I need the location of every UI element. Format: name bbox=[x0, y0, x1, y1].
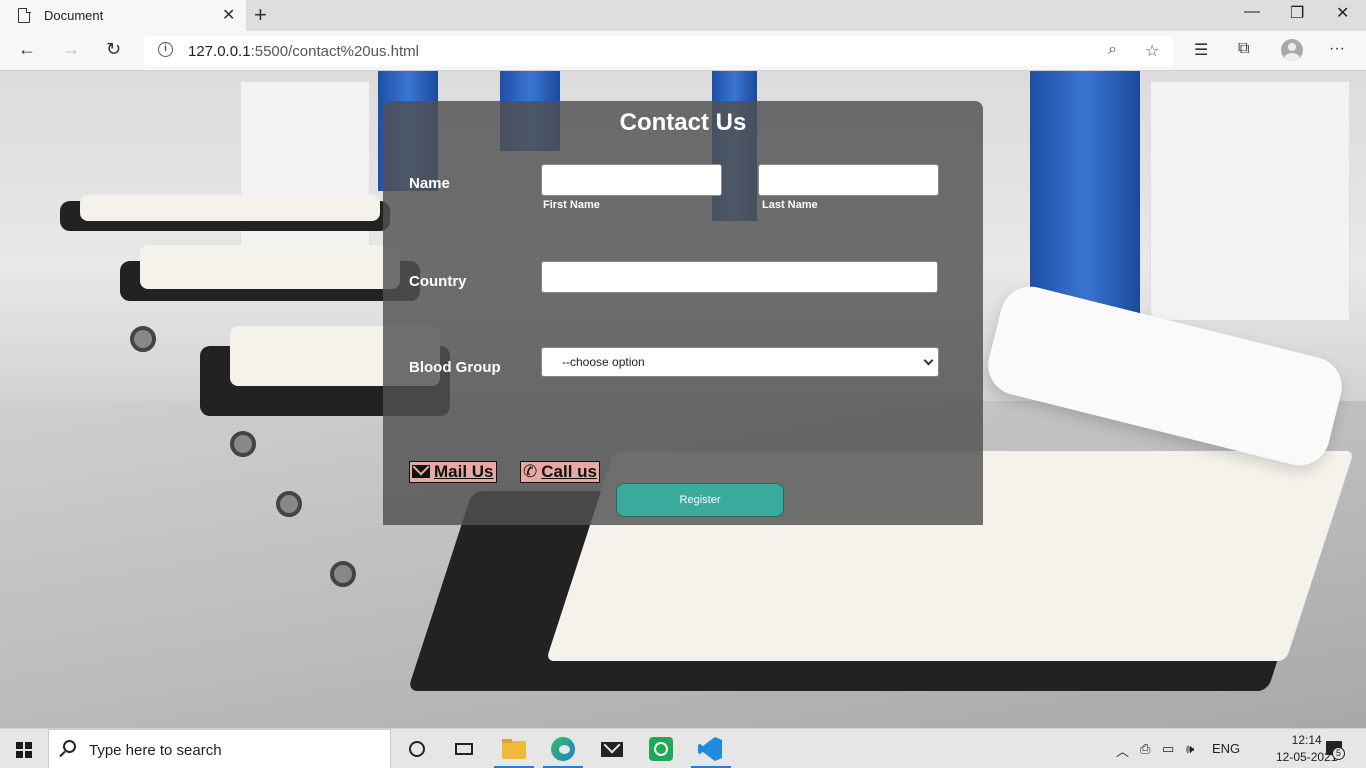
close-window-button[interactable]: ✕ bbox=[1336, 3, 1349, 23]
country-input[interactable] bbox=[541, 261, 938, 293]
taskbar-search[interactable]: Type here to search bbox=[48, 729, 391, 768]
vscode-icon[interactable] bbox=[698, 737, 722, 761]
browser-tab[interactable]: Document ✕ bbox=[0, 0, 246, 31]
mail-us-link[interactable]: Mail Us bbox=[409, 461, 497, 483]
call-us-label: Call us bbox=[541, 462, 597, 481]
background-bed bbox=[120, 241, 420, 311]
mail-us-label: Mail Us bbox=[434, 462, 494, 481]
chevron-down-icon bbox=[923, 355, 934, 366]
cortana-icon[interactable] bbox=[405, 737, 429, 761]
page-viewport: Contact Us Name First Name Last Name Cou… bbox=[0, 71, 1366, 728]
name-label: Name bbox=[409, 175, 450, 192]
url-text: 127.0.0.1:5500/contact%20us.html bbox=[188, 43, 419, 60]
background-bed bbox=[60, 191, 390, 241]
profile-icon[interactable] bbox=[1281, 39, 1303, 61]
volume-icon[interactable]: 🕪 bbox=[1186, 741, 1194, 757]
tab-close-button[interactable]: ✕ bbox=[222, 5, 235, 25]
network-icon[interactable]: ⎙ bbox=[1140, 741, 1150, 757]
battery-icon[interactable]: ▭ bbox=[1162, 741, 1174, 757]
first-name-sublabel: First Name bbox=[543, 199, 600, 211]
task-view-icon[interactable] bbox=[452, 737, 476, 761]
search-icon bbox=[63, 740, 76, 753]
contact-form-panel: Contact Us Name First Name Last Name Cou… bbox=[383, 101, 983, 525]
last-name-input[interactable] bbox=[758, 164, 939, 196]
call-us-link[interactable]: ✆ Call us bbox=[520, 461, 600, 483]
background-wheel bbox=[230, 431, 256, 457]
background-wheel bbox=[130, 326, 156, 352]
restore-button[interactable]: ❐ bbox=[1290, 3, 1304, 23]
background-wheel bbox=[276, 491, 302, 517]
background-wall-panel bbox=[1150, 81, 1350, 321]
document-icon bbox=[18, 7, 31, 23]
background-wheel bbox=[330, 561, 356, 587]
taskbar: Type here to search ︿ ⎙ ▭ 🕪 ENG 12:14 12… bbox=[0, 728, 1366, 768]
favorite-star-icon[interactable]: ☆ bbox=[1145, 41, 1159, 61]
mail-icon[interactable] bbox=[600, 736, 624, 761]
register-button[interactable]: Register bbox=[616, 483, 784, 517]
blood-group-selected-value: --choose option bbox=[562, 355, 645, 369]
first-name-input[interactable] bbox=[541, 164, 722, 196]
tray-chevron-up-icon[interactable]: ︿ bbox=[1116, 741, 1129, 760]
windows-start-icon[interactable] bbox=[16, 742, 32, 758]
address-bar[interactable]: i 127.0.0.1:5500/contact%20us.html ⌕ ☆ bbox=[144, 36, 1174, 66]
more-icon[interactable]: ··· bbox=[1329, 40, 1345, 58]
tab-strip: Document ✕ + — ❐ ✕ bbox=[0, 0, 1366, 31]
collections-icon[interactable]: ⧉ bbox=[1238, 40, 1249, 58]
whatsapp-icon[interactable] bbox=[649, 737, 673, 761]
back-icon[interactable]: ← bbox=[18, 39, 36, 60]
page-title: Contact Us bbox=[619, 109, 747, 136]
info-icon[interactable]: i bbox=[158, 42, 173, 57]
favorites-icon[interactable]: ☰ bbox=[1194, 40, 1208, 60]
new-tab-button[interactable]: + bbox=[254, 2, 267, 28]
last-name-sublabel: Last Name bbox=[762, 199, 818, 211]
search-placeholder: Type here to search bbox=[89, 742, 222, 759]
file-explorer-icon[interactable] bbox=[502, 737, 526, 761]
url-host: 127.0.0.1 bbox=[188, 43, 251, 60]
navigation-bar: ← → ↻ i 127.0.0.1:5500/contact%20us.html… bbox=[0, 31, 1366, 71]
blood-group-select[interactable]: --choose option bbox=[541, 347, 939, 377]
country-label: Country bbox=[409, 273, 467, 290]
notification-icon[interactable]: 5 bbox=[1326, 741, 1345, 760]
forward-icon[interactable]: → bbox=[62, 39, 80, 60]
language-indicator[interactable]: ENG bbox=[1212, 741, 1240, 756]
tab-title: Document bbox=[44, 8, 104, 23]
blood-group-label: Blood Group bbox=[409, 359, 501, 376]
zoom-icon[interactable]: ⌕ bbox=[1108, 41, 1117, 59]
envelope-icon bbox=[412, 465, 430, 478]
edge-icon[interactable] bbox=[551, 737, 575, 761]
minimize-button[interactable]: — bbox=[1244, 3, 1260, 21]
notification-count: 5 bbox=[1332, 747, 1345, 760]
refresh-icon[interactable]: ↻ bbox=[106, 39, 121, 60]
url-path: :5500/contact%20us.html bbox=[250, 43, 419, 60]
phone-icon: ✆ bbox=[523, 462, 538, 481]
